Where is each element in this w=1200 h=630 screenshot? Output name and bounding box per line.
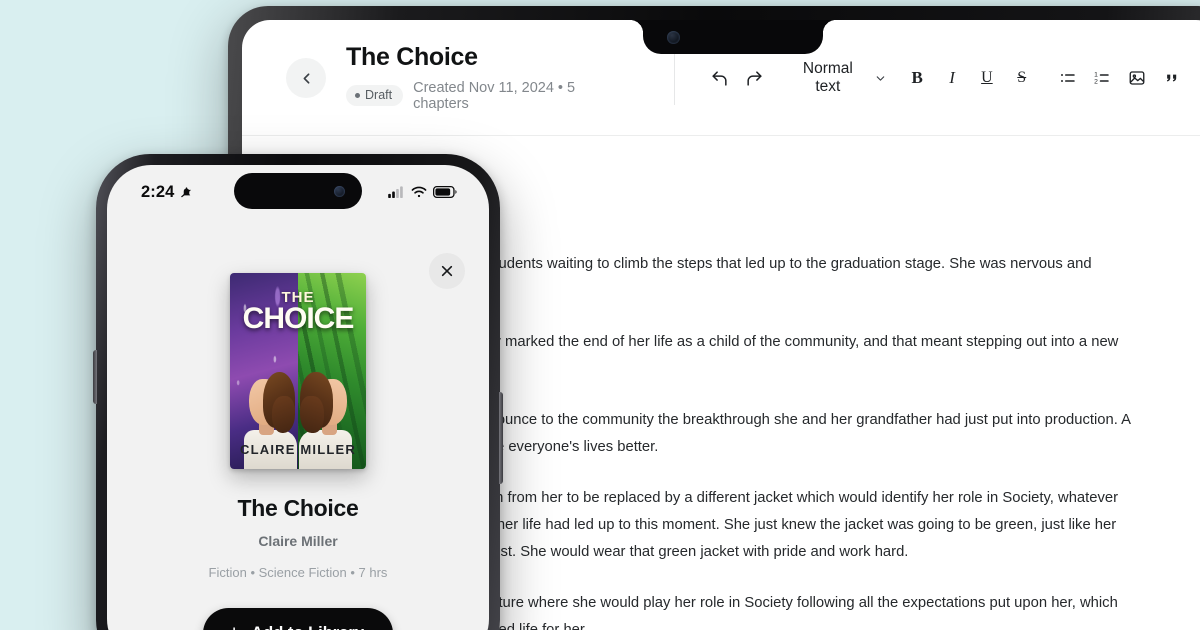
underline-button[interactable]: U bbox=[970, 61, 1004, 95]
header-divider bbox=[673, 51, 675, 105]
status-bar-left: 2:24 bbox=[141, 183, 194, 202]
document-meta-text: Created Nov 11, 2024 • 5 chapters bbox=[413, 79, 576, 112]
add-to-library-label: Add to Library bbox=[251, 624, 364, 630]
bullet-list-button[interactable] bbox=[1051, 61, 1085, 95]
status-dot-icon bbox=[355, 92, 360, 98]
horizontal-rule-button[interactable] bbox=[1190, 61, 1200, 95]
status-badge: Draft bbox=[346, 85, 404, 107]
page-title: The Choice bbox=[346, 43, 478, 72]
chevron-down-icon bbox=[876, 75, 885, 81]
formatting-toolbar: Normal text B I U S 12 bbox=[703, 60, 1200, 95]
wifi-icon bbox=[411, 186, 427, 198]
strikethrough-button[interactable]: S bbox=[1005, 61, 1039, 95]
text-style-label: Normal text bbox=[802, 60, 853, 95]
numbered-list-button[interactable]: 12 bbox=[1086, 61, 1120, 95]
status-bar: 2:24 bbox=[107, 165, 489, 219]
image-icon bbox=[1129, 71, 1145, 85]
book-cover-image[interactable]: THE CHOICE CLAIRE MILLER bbox=[230, 273, 366, 469]
cover-figure-hair-bun bbox=[300, 396, 324, 433]
book-title: The Choice bbox=[237, 495, 359, 521]
tablet-notch bbox=[630, 20, 836, 54]
bold-button[interactable]: B bbox=[900, 61, 934, 95]
front-camera-icon bbox=[334, 185, 345, 197]
battery-icon bbox=[433, 186, 457, 198]
bell-slash-icon bbox=[181, 186, 192, 197]
italic-button[interactable]: I bbox=[935, 61, 969, 95]
book-detail-sheet: THE CHOICE CLAIRE MILLER The Choice Clai… bbox=[107, 219, 489, 630]
blockquote-button[interactable] bbox=[1155, 61, 1189, 95]
insert-image-button[interactable] bbox=[1120, 61, 1154, 95]
cover-title-line2: CHOICE bbox=[242, 302, 355, 336]
close-button[interactable] bbox=[429, 253, 465, 289]
chevron-left-icon bbox=[303, 72, 309, 84]
dynamic-island bbox=[234, 173, 362, 209]
cover-figure-hair-bun bbox=[272, 396, 296, 433]
volume-button[interactable] bbox=[93, 350, 97, 404]
bullet-list-icon bbox=[1060, 74, 1075, 82]
cover-author-name: CLAIRE MILLER bbox=[240, 442, 356, 458]
undo-button[interactable] bbox=[703, 61, 737, 95]
text-style-dropdown[interactable]: Normal text bbox=[776, 60, 895, 95]
back-button[interactable] bbox=[286, 58, 326, 98]
redo-icon bbox=[747, 70, 762, 86]
numbered-list-icon: 12 bbox=[1095, 72, 1110, 85]
front-camera-icon bbox=[667, 30, 680, 44]
document-title-block: The Choice Draft Created Nov 11, 2024 • … bbox=[346, 44, 634, 112]
phone-screen: 2:24 THE CHOICE CLAIRE MILLER The Choice… bbox=[107, 165, 489, 630]
status-bar-right bbox=[388, 186, 457, 198]
svg-text:1: 1 bbox=[1095, 72, 1099, 79]
undo-icon bbox=[712, 70, 727, 86]
cellular-signal-icon bbox=[388, 186, 403, 198]
add-to-library-button[interactable]: + Add to Library bbox=[202, 608, 394, 630]
book-metadata: Fiction • Science Fiction • 7 hrs bbox=[208, 565, 388, 580]
document-meta: Draft Created Nov 11, 2024 • 5 chapters bbox=[346, 80, 634, 112]
phone-device: 2:24 THE CHOICE CLAIRE MILLER The Choice… bbox=[93, 154, 503, 630]
book-author: Claire Miller bbox=[258, 533, 338, 549]
status-badge-label: Draft bbox=[365, 88, 393, 103]
redo-button[interactable] bbox=[738, 61, 772, 95]
power-button[interactable] bbox=[499, 392, 503, 484]
plus-icon: + bbox=[228, 623, 240, 630]
svg-text:2: 2 bbox=[1095, 78, 1099, 85]
add-to-library-container: + Add to Library bbox=[107, 608, 489, 630]
close-icon bbox=[441, 265, 453, 277]
quote-icon bbox=[1167, 74, 1177, 82]
book-cover-container: THE CHOICE CLAIRE MILLER bbox=[107, 273, 489, 469]
clock: 2:24 bbox=[141, 182, 175, 201]
